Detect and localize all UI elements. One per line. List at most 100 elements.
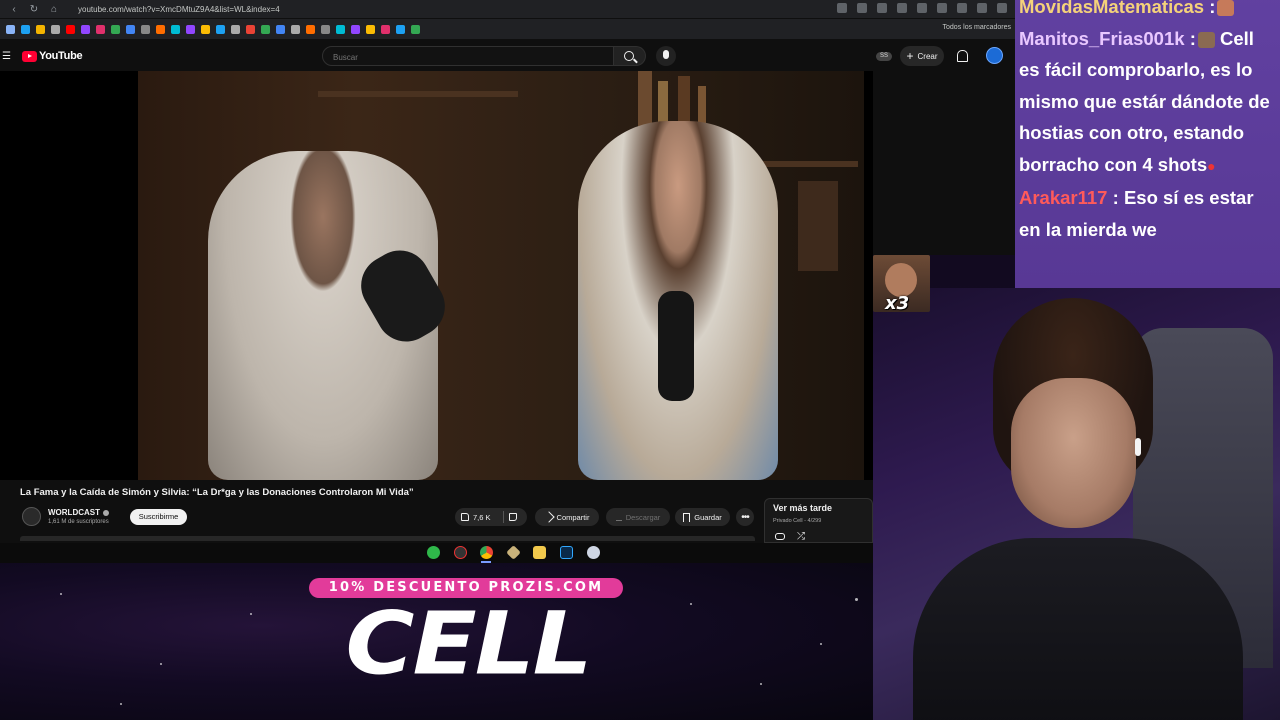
account-avatar[interactable] xyxy=(986,47,1003,64)
search-box xyxy=(322,46,614,67)
bookmark-icon[interactable] xyxy=(171,24,180,34)
bookmark-icon[interactable] xyxy=(126,24,135,34)
youtube-play-icon xyxy=(22,50,37,62)
bookmark-icon[interactable] xyxy=(381,24,390,34)
bookmark-star-icon[interactable] xyxy=(857,3,867,13)
download-button[interactable]: Descargar xyxy=(606,508,670,526)
bookmark-icon[interactable] xyxy=(231,24,240,34)
chat-panel: MovidasMatematicas : Manitos_Frias001k :… xyxy=(1015,0,1280,288)
bookmark-icon[interactable] xyxy=(396,24,405,34)
verified-icon xyxy=(103,509,109,516)
channel-avatar[interactable] xyxy=(22,507,41,526)
save-button[interactable]: Guardar xyxy=(675,508,730,526)
video-title: La Fama y la Caída de Simón y Silvia: “L… xyxy=(20,487,414,498)
emote-icon xyxy=(1197,31,1215,48)
subscribe-button[interactable]: Suscribirme xyxy=(130,509,187,525)
star xyxy=(855,598,858,601)
bookmark-icon[interactable] xyxy=(111,24,120,34)
bookmark-icon xyxy=(683,512,691,522)
plus-icon: + xyxy=(906,49,914,63)
folder-icon[interactable] xyxy=(533,546,546,559)
star xyxy=(820,643,822,645)
profile-icon[interactable] xyxy=(977,3,987,13)
bookmark-icon[interactable] xyxy=(276,24,285,34)
loop-icon[interactable] xyxy=(775,533,785,540)
bookmark-icon[interactable] xyxy=(306,24,315,34)
earbud xyxy=(1135,438,1141,456)
channel-name-text: WORLDCAST xyxy=(48,508,100,517)
home-icon[interactable]: ⌂ xyxy=(48,4,60,15)
chat-username: MovidasMatematicas xyxy=(1019,0,1205,17)
streamer-face xyxy=(1011,378,1136,528)
book xyxy=(798,181,838,271)
search-input[interactable] xyxy=(323,48,613,67)
app-icon[interactable] xyxy=(587,546,600,559)
podcast-microphone xyxy=(658,291,694,401)
bookmark-icon[interactable] xyxy=(156,24,165,34)
bookmark-icon[interactable] xyxy=(246,24,255,34)
playlist-title[interactable]: Ver más tarde xyxy=(773,503,832,513)
ss-badge[interactable]: SS xyxy=(876,52,892,61)
bookmark-icon[interactable] xyxy=(291,24,300,34)
extension-icon[interactable] xyxy=(837,3,847,13)
description-box[interactable] xyxy=(20,536,755,541)
extension-icon[interactable] xyxy=(877,3,887,13)
bookmark-icon[interactable] xyxy=(321,24,330,34)
create-label: Crear xyxy=(917,51,938,61)
extension-icon[interactable] xyxy=(897,3,907,13)
app-icon[interactable] xyxy=(454,546,467,559)
youtube-header: ☰ YouTube SS + Crear xyxy=(0,40,1015,72)
bookmark-icon[interactable] xyxy=(81,24,90,34)
chrome-icon[interactable] xyxy=(480,546,493,559)
bookmark-icon[interactable] xyxy=(51,24,60,34)
extension-icon[interactable] xyxy=(917,3,927,13)
bookmark-icon[interactable] xyxy=(216,24,225,34)
app-icon[interactable] xyxy=(506,545,521,560)
thumbs-down-icon[interactable] xyxy=(509,513,517,521)
search-button[interactable] xyxy=(614,46,646,66)
bookmark-icon[interactable] xyxy=(366,24,375,34)
bookmark-icon[interactable] xyxy=(186,24,195,34)
spotify-icon[interactable] xyxy=(427,546,440,559)
thumbs-up-icon xyxy=(461,513,469,521)
chat-text: Cell es fácil comprobarlo, es lo mismo q… xyxy=(1019,27,1270,175)
bookmark-icon[interactable] xyxy=(201,24,210,34)
notifications-bell-icon[interactable] xyxy=(957,50,968,62)
bookmark-icon[interactable] xyxy=(6,24,15,34)
bookmark-icon[interactable] xyxy=(141,24,150,34)
all-bookmarks-folder[interactable]: Todos los marcadores xyxy=(943,24,1011,31)
photoshop-icon[interactable] xyxy=(560,546,573,559)
bookmark-icon[interactable] xyxy=(261,24,270,34)
youtube-logo[interactable]: YouTube xyxy=(22,50,83,62)
shuffle-icon[interactable]: ⤮ xyxy=(797,531,805,542)
reload-icon[interactable]: ↻ xyxy=(28,4,40,15)
more-actions-button[interactable]: ••• xyxy=(736,508,754,526)
bookmark-icon[interactable] xyxy=(66,24,75,34)
microphone-icon xyxy=(663,50,669,59)
chat-message: Manitos_Frias001k : Cell es fácil compro… xyxy=(1019,27,1270,175)
laughing-face-emote xyxy=(885,263,917,297)
bookmark-icon[interactable] xyxy=(21,24,30,34)
playlist-panel: Ver más tarde Privado Cell - 4/299 ⤮ xyxy=(764,498,873,543)
download-icon xyxy=(615,513,622,521)
bookmark-icon[interactable] xyxy=(411,24,420,34)
share-button[interactable]: Compartir xyxy=(535,508,599,526)
bookmark-icon[interactable] xyxy=(351,24,360,34)
menu-dots-icon[interactable] xyxy=(997,3,1007,13)
extension-icon[interactable] xyxy=(937,3,947,13)
bookmark-icon[interactable] xyxy=(36,24,45,34)
star xyxy=(760,683,762,685)
chat-username: Manitos_Frias001k xyxy=(1019,27,1185,49)
video-frame[interactable] xyxy=(138,71,864,480)
back-icon[interactable]: ‹ xyxy=(8,4,20,15)
hamburger-menu-icon[interactable]: ☰ xyxy=(2,51,11,62)
address-bar: ‹ ↻ ⌂ youtube.com/watch?v=XmcDMtuZ9A4&li… xyxy=(0,0,1015,18)
bookmark-icon[interactable] xyxy=(336,24,345,34)
bookmark-icon[interactable] xyxy=(96,24,105,34)
extension-icon[interactable] xyxy=(957,3,967,13)
url-field[interactable]: youtube.com/watch?v=XmcDMtuZ9A4&list=WL&… xyxy=(78,5,280,14)
voice-search-button[interactable] xyxy=(656,46,676,66)
channel-name[interactable]: WORLDCAST xyxy=(48,508,109,517)
create-button[interactable]: + Crear xyxy=(900,46,944,66)
video-player[interactable] xyxy=(0,71,873,480)
